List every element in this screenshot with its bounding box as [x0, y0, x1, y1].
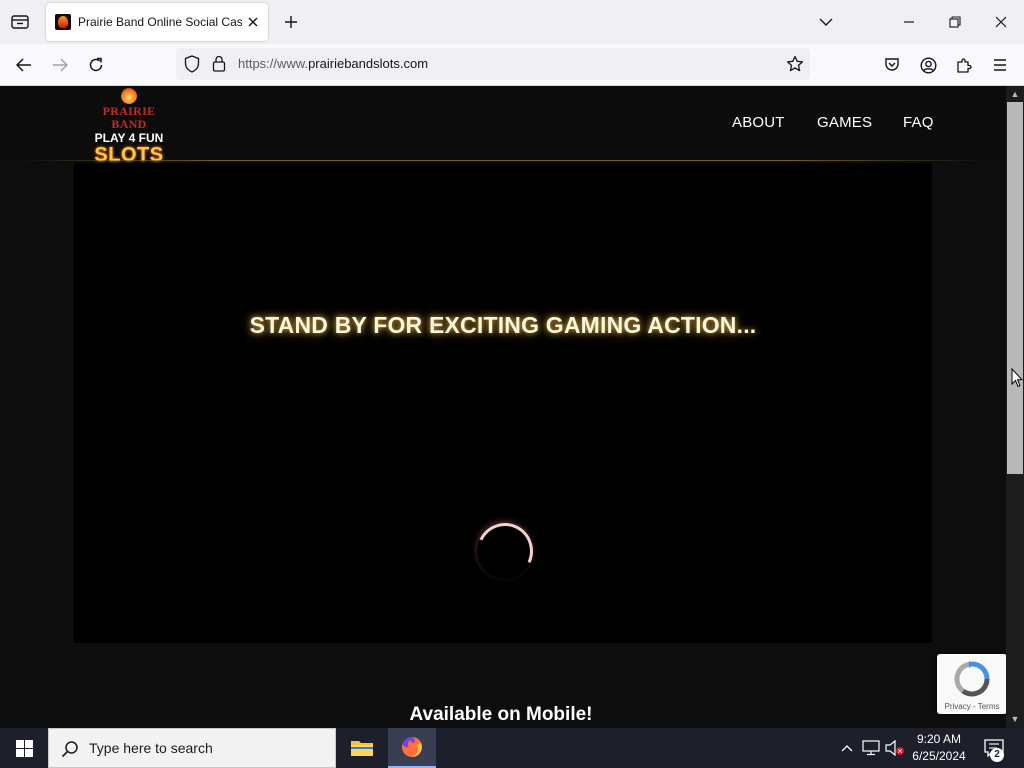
clock-date: 6/25/2024 [912, 749, 966, 763]
game-loading-panel: STAND BY FOR EXCITING GAMING ACTION... [74, 163, 932, 643]
address-bar[interactable]: https://www.prairiebandslots.com [176, 48, 810, 80]
account-icon[interactable] [913, 50, 943, 80]
browser-tab[interactable]: Prairie Band Online Social Casino [46, 3, 268, 41]
bookmark-star-icon[interactable] [786, 55, 804, 78]
recaptcha-separator: - [970, 702, 978, 711]
site-logo[interactable]: PRAIRIE BAND PLAY 4 FUN SLOTS [88, 88, 170, 165]
page-scrollbar[interactable]: ▲ ▼ [1006, 86, 1024, 728]
url-prefix: https://www. [238, 56, 309, 71]
nav-link-about[interactable]: ABOUT [732, 114, 785, 131]
search-placeholder: Type here to search [89, 740, 213, 756]
flame-logo-icon [121, 88, 137, 104]
url-text[interactable]: https://www.prairiebandslots.com [238, 56, 428, 71]
mouse-cursor-icon [1011, 367, 1024, 393]
close-tab-icon[interactable] [244, 13, 262, 31]
site-favicon-icon [55, 14, 71, 30]
recaptcha-logo-icon [953, 660, 991, 698]
available-on-mobile-heading: Available on Mobile! [409, 704, 593, 725]
site-header: PRAIRIE BAND PLAY 4 FUN SLOTS ABOUT GAME… [0, 86, 1006, 165]
clock-time: 9:20 AM [916, 732, 962, 746]
windows-start-icon[interactable] [0, 728, 48, 768]
scroll-up-arrow-icon[interactable]: ▲ [1010, 89, 1020, 99]
tab-title: Prairie Band Online Social Casino [78, 15, 242, 29]
nav-link-faq[interactable]: FAQ [903, 114, 934, 131]
nav-link-games[interactable]: GAMES [817, 114, 872, 131]
padlock-icon[interactable] [212, 55, 226, 77]
system-clock[interactable]: 9:20 AM 6/25/2024 [906, 731, 972, 765]
loading-headline: STAND BY FOR EXCITING GAMING ACTION... [249, 312, 757, 338]
reload-icon[interactable] [81, 50, 111, 80]
loading-spinner [469, 515, 541, 587]
logo-line-1: PRAIRIE BAND [102, 104, 156, 131]
logo-line-3: SLOTS [94, 144, 164, 166]
pocket-icon[interactable] [877, 50, 907, 80]
recaptcha-links: Privacy - Terms [937, 702, 1007, 711]
scroll-down-arrow-icon[interactable]: ▼ [1010, 714, 1020, 724]
taskbar-search-box[interactable]: Type here to search [48, 728, 336, 768]
back-arrow-icon[interactable] [9, 50, 39, 80]
forward-arrow-icon[interactable] [45, 50, 75, 80]
recaptcha-privacy-link[interactable]: Privacy [945, 702, 971, 711]
logo-line-2: PLAY 4 FUN [94, 131, 164, 145]
volume-muted-icon[interactable] [885, 738, 905, 758]
notification-count-badge: 2 [990, 748, 1004, 762]
browser-navigation-bar: https://www.prairiebandslots.com [0, 44, 1024, 86]
restore-window-icon[interactable] [932, 0, 978, 44]
scrollbar-thumb[interactable] [1007, 102, 1023, 474]
network-icon[interactable] [861, 738, 881, 758]
firefox-taskbar-icon[interactable] [388, 728, 436, 768]
browser-tab-strip: Prairie Band Online Social Casino [0, 0, 1024, 44]
close-window-icon[interactable] [978, 0, 1024, 44]
url-host: prairiebandslots.com [308, 56, 429, 71]
extensions-puzzle-icon[interactable] [949, 50, 979, 80]
windows-taskbar: Type here to search 9:20 AM 6/25/2024 2 [0, 728, 1024, 768]
header-divider [16, 160, 990, 161]
show-hidden-icons-chevron-icon[interactable] [837, 738, 857, 758]
firefox-view-icon[interactable] [6, 8, 34, 36]
recaptcha-terms-link[interactable]: Terms [978, 702, 1000, 711]
minimize-window-icon[interactable] [886, 0, 932, 44]
tracking-protection-shield-icon[interactable] [184, 55, 200, 78]
recaptcha-badge[interactable]: Privacy - Terms [937, 654, 1007, 714]
new-tab-plus-icon[interactable] [278, 9, 304, 35]
web-page: PRAIRIE BAND PLAY 4 FUN SLOTS ABOUT GAME… [0, 86, 1006, 728]
list-all-tabs-chevron-icon[interactable] [812, 8, 840, 36]
search-icon [61, 740, 79, 763]
file-explorer-icon[interactable] [338, 728, 386, 768]
app-menu-hamburger-icon[interactable] [985, 50, 1015, 80]
